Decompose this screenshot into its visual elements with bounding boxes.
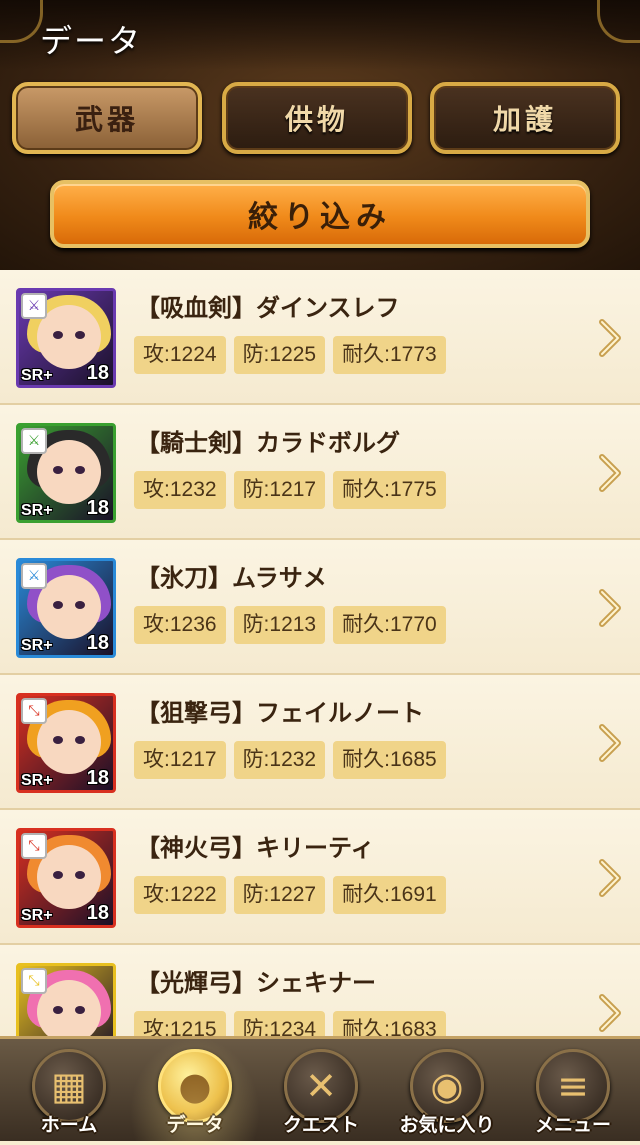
durability-stat: 耐久:1685 xyxy=(333,741,446,779)
sword-icon: ⚔ xyxy=(21,563,47,589)
bow-icon: ⤡ xyxy=(21,833,47,859)
page-title: データ xyxy=(40,22,143,60)
rarity-label: SR+ xyxy=(21,367,53,384)
character-eye xyxy=(53,1006,63,1014)
nav-item[interactable]: ✕ クエスト xyxy=(266,1047,376,1141)
tab-weapons[interactable]: 武器 xyxy=(12,82,202,154)
nav-label: お気に入り xyxy=(399,1114,495,1136)
item-thumbnail: ⚔ SR+ 18 xyxy=(16,288,116,388)
filter-button[interactable]: 絞り込み xyxy=(50,180,590,248)
rarity-label: SR+ xyxy=(21,502,53,519)
chevron-right-icon[interactable] xyxy=(598,588,622,628)
durability-stat: 耐久:1770 xyxy=(333,606,446,644)
durability-stat: 耐久:1775 xyxy=(333,471,446,509)
nav-label: ホーム xyxy=(40,1114,98,1136)
nav-label: クエスト xyxy=(282,1114,359,1136)
defense-stat: 防:1232 xyxy=(233,741,326,779)
nav-label: データ xyxy=(166,1114,224,1136)
item-stats: 攻:1217 防:1232 耐久:1685 xyxy=(134,741,446,779)
attack-stat: 攻:1232 xyxy=(134,471,226,509)
nav-item[interactable]: ≡ メニュー xyxy=(518,1047,628,1141)
item-thumbnail: ⚔ SR+ 18 xyxy=(16,423,116,523)
character-eye xyxy=(75,466,85,474)
chevron-right-icon[interactable] xyxy=(598,993,622,1033)
durability-stat: 耐久:1773 xyxy=(333,336,446,374)
rarity-label: SR+ xyxy=(21,907,53,924)
item-thumbnail: ⤡ SR+ 18 xyxy=(16,828,116,928)
defense-stat: 防:1217 xyxy=(233,471,326,509)
level-label: 18 xyxy=(86,362,109,384)
list-item[interactable]: ⚔ SR+ 18 【吸血剣】ダインスレフ 攻:1224 防:1225 耐久:17… xyxy=(0,270,640,405)
defense-stat: 防:1225 xyxy=(233,336,326,374)
defense-stat: 防:1227 xyxy=(233,876,326,914)
chevron-right-icon[interactable] xyxy=(598,858,622,898)
item-name: 【騎士剣】カラドボルグ xyxy=(136,429,400,457)
tab-blessings[interactable]: 加護 xyxy=(430,82,620,154)
item-stats: 攻:1236 防:1213 耐久:1770 xyxy=(134,606,446,644)
item-thumbnail: ⤡ SR+ 18 xyxy=(16,693,116,793)
attack-stat: 攻:1236 xyxy=(134,606,226,644)
chevron-right-icon[interactable] xyxy=(598,723,622,763)
item-name: 【氷刀】ムラサメ xyxy=(136,564,327,592)
nav-item[interactable]: ● データ xyxy=(130,1037,260,1145)
item-name: 【神火弓】キリーティ xyxy=(136,834,375,862)
attack-stat: 攻:1217 xyxy=(134,741,226,779)
character-eye xyxy=(53,601,63,609)
durability-stat: 耐久:1691 xyxy=(333,876,446,914)
item-list[interactable]: ⚔ SR+ 18 【吸血剣】ダインスレフ 攻:1224 防:1225 耐久:17… xyxy=(0,270,640,1040)
character-eye xyxy=(75,331,85,339)
rarity-label: SR+ xyxy=(21,772,53,789)
attack-stat: 攻:1224 xyxy=(134,336,226,374)
item-name: 【吸血剣】ダインスレフ xyxy=(136,294,400,322)
nav-label: メニュー xyxy=(534,1114,611,1136)
character-eye xyxy=(53,736,63,744)
item-name: 【光輝弓】シェキナー xyxy=(136,969,376,997)
character-eye xyxy=(53,331,63,339)
nav-item[interactable]: ◉ お気に入り xyxy=(392,1047,502,1141)
character-eye xyxy=(75,1006,85,1014)
character-eye xyxy=(75,736,85,744)
item-thumbnail: ⤡ SR+ 18 xyxy=(16,963,116,1040)
header: データ 武器 供物 加護 絞り込み xyxy=(0,0,640,270)
list-item[interactable]: ⤡ SR+ 18 【光輝弓】シェキナー 攻:1215 防:1234 耐久:168… xyxy=(0,945,640,1040)
level-label: 18 xyxy=(86,497,109,519)
bottom-nav: ▦ ホーム ● データ ✕ クエスト ◉ お気に入り ≡ メニュー xyxy=(0,1036,640,1145)
ornament-corner-right xyxy=(597,0,640,43)
list-item[interactable]: ⚔ SR+ 18 【騎士剣】カラドボルグ 攻:1232 防:1217 耐久:17… xyxy=(0,405,640,540)
item-name: 【狙撃弓】フェイルノート xyxy=(136,699,424,727)
character-eye xyxy=(53,466,63,474)
chevron-right-icon[interactable] xyxy=(598,318,622,358)
level-label: 18 xyxy=(86,767,109,789)
character-eye xyxy=(53,871,63,879)
ornament-corner-left xyxy=(0,0,43,43)
list-item[interactable]: ⤡ SR+ 18 【神火弓】キリーティ 攻:1222 防:1227 耐久:169… xyxy=(0,810,640,945)
level-label: 18 xyxy=(86,632,109,654)
character-eye xyxy=(75,871,85,879)
bow-icon: ⤡ xyxy=(21,698,47,724)
nav-item[interactable]: ▦ ホーム xyxy=(14,1047,124,1141)
item-stats: 攻:1224 防:1225 耐久:1773 xyxy=(134,336,446,374)
bow-icon: ⤡ xyxy=(21,968,47,994)
character-eye xyxy=(75,601,85,609)
item-stats: 攻:1222 防:1227 耐久:1691 xyxy=(134,876,446,914)
list-item[interactable]: ⚔ SR+ 18 【氷刀】ムラサメ 攻:1236 防:1213 耐久:1770 xyxy=(0,540,640,675)
item-stats: 攻:1232 防:1217 耐久:1775 xyxy=(134,471,446,509)
sword-icon: ⚔ xyxy=(21,428,47,454)
attack-stat: 攻:1222 xyxy=(134,876,226,914)
level-label: 18 xyxy=(86,902,109,924)
chevron-right-icon[interactable] xyxy=(598,453,622,493)
item-thumbnail: ⚔ SR+ 18 xyxy=(16,558,116,658)
list-item[interactable]: ⤡ SR+ 18 【狙撃弓】フェイルノート 攻:1217 防:1232 耐久:1… xyxy=(0,675,640,810)
defense-stat: 防:1213 xyxy=(233,606,326,644)
sword-icon: ⚔ xyxy=(21,293,47,319)
rarity-label: SR+ xyxy=(21,637,53,654)
tab-offerings[interactable]: 供物 xyxy=(222,82,412,154)
